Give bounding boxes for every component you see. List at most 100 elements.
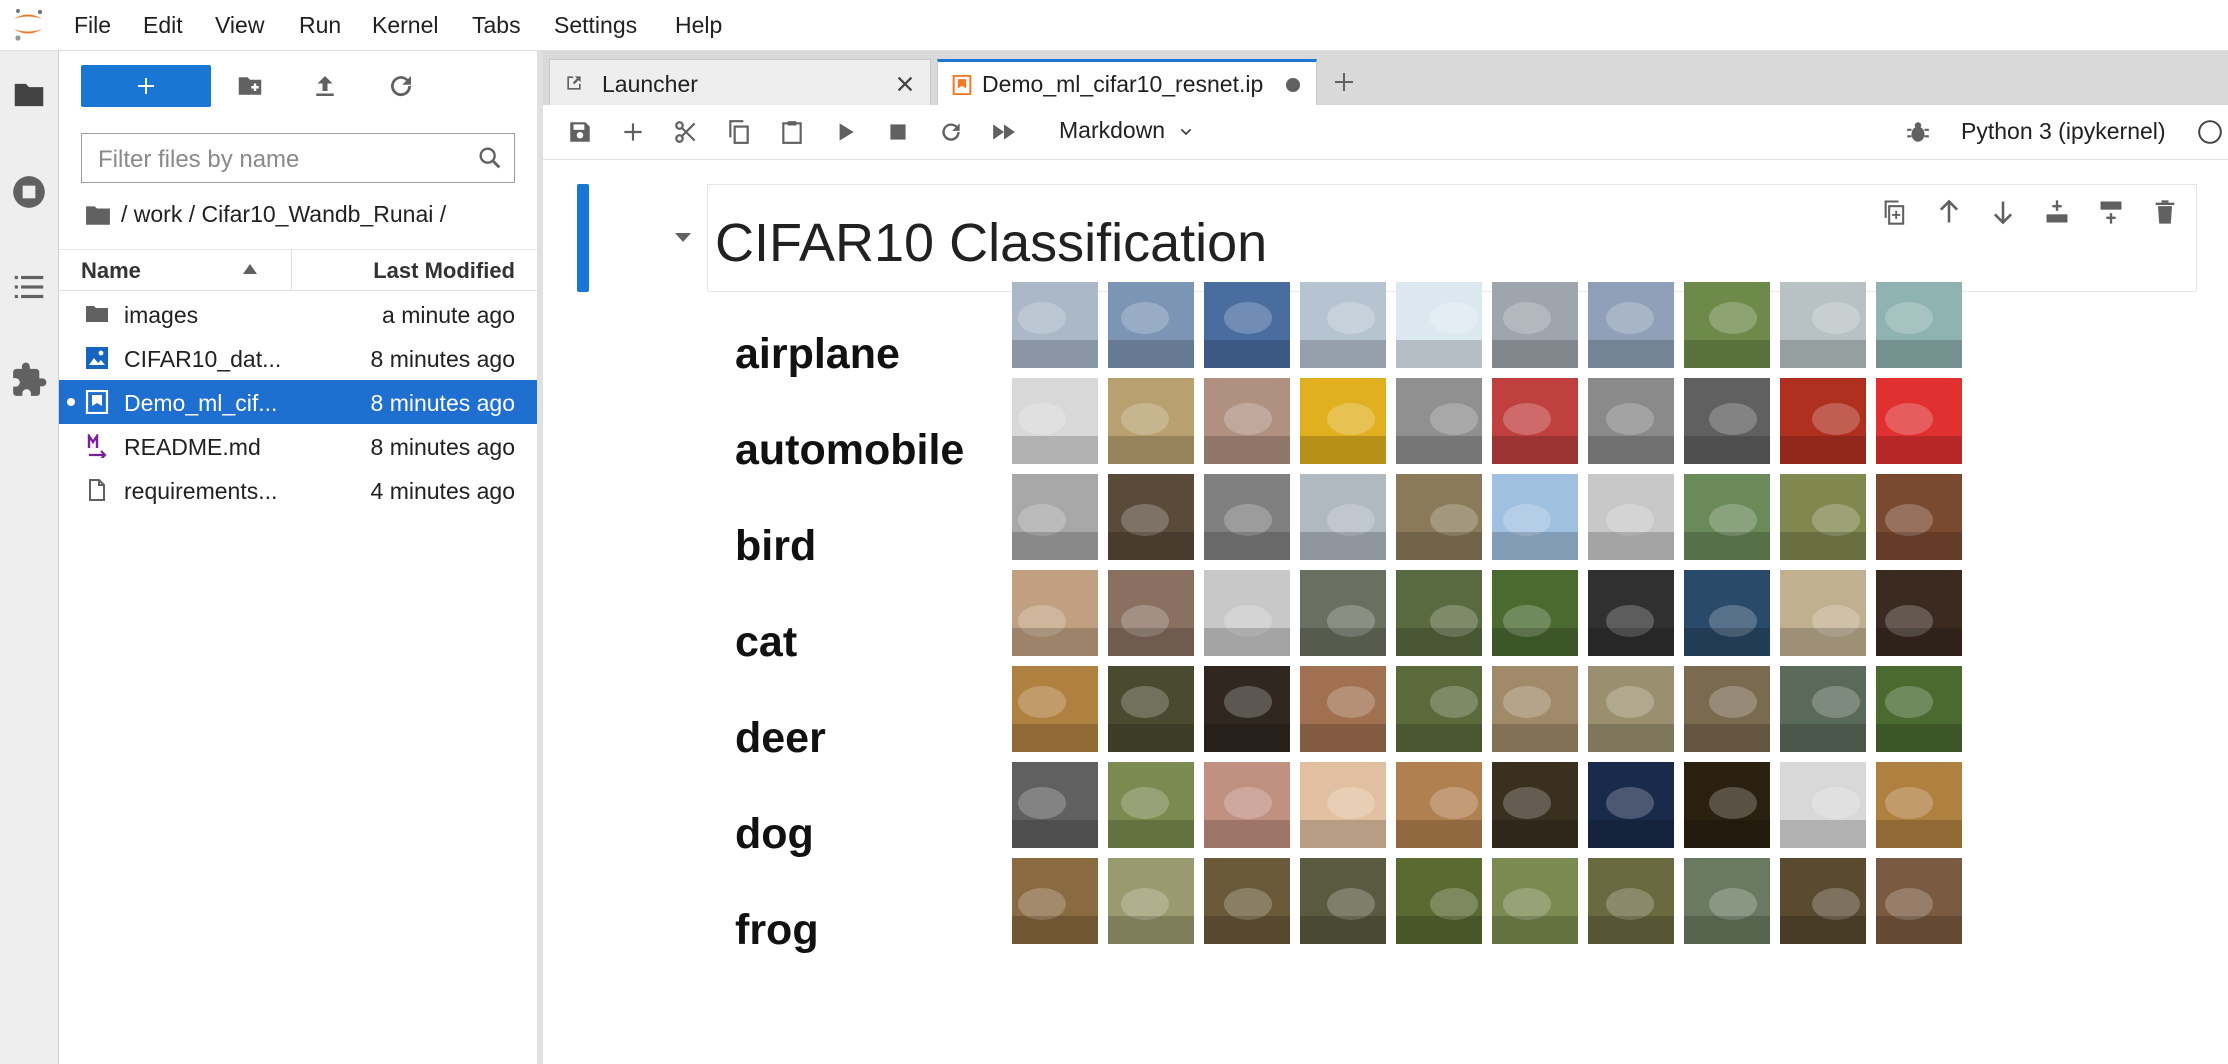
sample-image-deer [1300, 666, 1386, 752]
menu-tabs[interactable]: Tabs [472, 12, 521, 39]
menu-file[interactable]: File [74, 12, 111, 39]
tab-launcher[interactable]: Launcher [549, 59, 931, 105]
menu-edit[interactable]: Edit [143, 12, 183, 39]
new-launcher-button[interactable] [81, 65, 211, 107]
column-divider[interactable] [291, 250, 292, 290]
run-icon[interactable] [832, 119, 858, 145]
sample-image-airplane [1876, 282, 1962, 368]
sample-image-bird [1492, 474, 1578, 560]
sample-image-bird [1780, 474, 1866, 560]
column-modified-header[interactable]: Last Modified [373, 258, 515, 284]
class-label-airplane: airplane [735, 330, 900, 378]
extensions-icon[interactable] [10, 361, 48, 399]
breadcrumb[interactable]: / work / Cifar10_Wandb_Runai / [85, 201, 446, 228]
sample-image-airplane [1012, 282, 1098, 368]
running-kernels-icon[interactable] [10, 173, 48, 211]
add-tab-icon[interactable] [1321, 59, 1367, 105]
table-of-contents-icon[interactable] [10, 268, 48, 306]
save-icon[interactable] [567, 119, 593, 145]
duplicate-cell-icon[interactable] [1881, 198, 1909, 226]
upload-icon[interactable] [310, 71, 340, 101]
stop-icon[interactable] [885, 119, 911, 145]
file-list-header: Name Last Modified [59, 249, 537, 291]
menu-run[interactable]: Run [299, 12, 341, 39]
menu-view[interactable]: View [215, 12, 264, 39]
move-down-icon[interactable] [1989, 198, 2017, 226]
tab-label: Demo_ml_cifar10_resnet.ip [982, 71, 1264, 97]
move-up-icon[interactable] [1935, 198, 1963, 226]
sample-image-cat [1780, 570, 1866, 656]
refresh-icon[interactable] [386, 71, 416, 101]
file-modified: 8 minutes ago [370, 390, 515, 416]
insert-cell-icon[interactable] [620, 119, 646, 145]
active-cell-indicator[interactable] [577, 184, 589, 292]
debugger-icon[interactable] [1905, 119, 1931, 145]
sample-image-cat [1492, 570, 1578, 656]
kernel-status-icon [2198, 120, 2222, 144]
sample-image-cat [1204, 570, 1290, 656]
paste-icon[interactable] [779, 119, 805, 145]
sample-image-dog [1684, 762, 1770, 848]
folder-icon[interactable] [10, 76, 48, 114]
cut-icon[interactable] [673, 119, 699, 145]
sample-image-dog [1396, 762, 1482, 848]
sample-image-cat [1012, 570, 1098, 656]
restart-kernel-icon[interactable] [938, 119, 964, 145]
sample-image-dog [1876, 762, 1962, 848]
file-browser: Filter files by name / work / Cifar10_Wa… [59, 51, 543, 1064]
sample-image-dog [1780, 762, 1866, 848]
sample-image-airplane [1780, 282, 1866, 368]
sample-image-automobile [1012, 378, 1098, 464]
collapse-heading-icon[interactable] [673, 230, 693, 244]
insert-above-icon[interactable] [2043, 198, 2071, 226]
running-indicator [67, 398, 75, 406]
sample-image-cat [1300, 570, 1386, 656]
class-label-frog: frog [735, 906, 819, 954]
file-name: CIFAR10_dat... [124, 346, 282, 372]
sample-image-airplane [1492, 282, 1578, 368]
sample-image-cat [1876, 570, 1962, 656]
launcher-icon [567, 76, 581, 90]
kernel-name[interactable]: Python 3 (ipykernel) [1961, 118, 2166, 145]
sample-image-automobile [1588, 378, 1674, 464]
file-row-requirements[interactable]: requirements... 4 minutes ago [59, 468, 537, 512]
folder-icon [86, 306, 108, 322]
insert-below-icon[interactable] [2097, 198, 2125, 226]
sample-image-deer [1204, 666, 1290, 752]
chevron-down-icon [1180, 128, 1191, 136]
file-modified: a minute ago [382, 302, 515, 328]
file-row-images[interactable]: images a minute ago [59, 292, 537, 336]
image-file-icon [86, 347, 108, 369]
sample-image-deer [1588, 666, 1674, 752]
file-row-readme[interactable]: README.md 8 minutes ago [59, 424, 537, 468]
menu-settings[interactable]: Settings [554, 12, 637, 39]
menu-kernel[interactable]: Kernel [372, 12, 438, 39]
column-name-header[interactable]: Name [81, 258, 141, 284]
sample-image-frog [1492, 858, 1578, 944]
class-label-bird: bird [735, 522, 817, 570]
file-row-cifar10-dataset[interactable]: CIFAR10_dat... 8 minutes ago [59, 336, 537, 380]
breadcrumb-path[interactable]: / work / Cifar10_Wandb_Runai / [121, 201, 446, 227]
file-name: Demo_ml_cif... [124, 390, 278, 416]
unsaved-indicator[interactable] [1286, 78, 1300, 92]
filter-placeholder: Filter files by name [98, 146, 300, 173]
sample-image-airplane [1300, 282, 1386, 368]
class-label-cat: cat [735, 618, 798, 666]
search-icon [479, 147, 501, 169]
fast-forward-icon[interactable] [991, 119, 1017, 145]
sample-image-automobile [1396, 378, 1482, 464]
new-folder-icon[interactable] [235, 71, 265, 101]
cell-type-dropdown[interactable]: Markdown [1059, 117, 1194, 144]
copy-icon[interactable] [726, 119, 752, 145]
menu-help[interactable]: Help [675, 12, 722, 39]
sample-image-cat [1588, 570, 1674, 656]
delete-cell-icon[interactable] [2151, 198, 2179, 226]
sample-image-bird [1396, 474, 1482, 560]
file-row-demo-notebook[interactable]: Demo_ml_cif... 8 minutes ago [59, 380, 537, 424]
close-icon[interactable] [894, 73, 916, 95]
sample-image-cat [1108, 570, 1194, 656]
tab-demo-notebook[interactable]: Demo_ml_cifar10_resnet.ip [937, 59, 1317, 105]
sample-image-deer [1012, 666, 1098, 752]
file-name: requirements... [124, 478, 278, 504]
filter-files-input[interactable]: Filter files by name [81, 133, 515, 183]
